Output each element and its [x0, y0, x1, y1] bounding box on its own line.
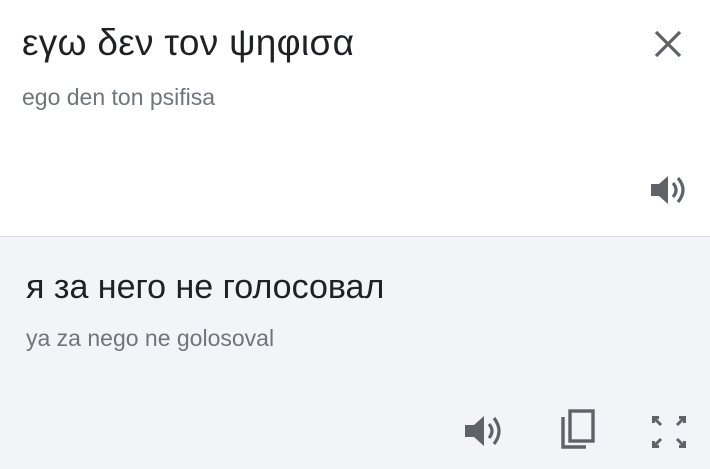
- source-text[interactable]: εγω δεν τον ψηφισα: [22, 22, 354, 64]
- translation-speaker-button[interactable]: [462, 412, 504, 450]
- copy-button[interactable]: [560, 409, 596, 451]
- source-panel: εγω δεν τον ψηφισα ego den ton psifisa: [0, 0, 710, 236]
- close-icon: [654, 30, 682, 58]
- close-button[interactable]: [648, 24, 688, 64]
- fullscreen-button[interactable]: [648, 413, 690, 451]
- target-panel: я за него не голосовал ya za nego ne gol…: [0, 237, 710, 469]
- source-speaker-button[interactable]: [648, 172, 688, 208]
- fullscreen-icon: [651, 415, 687, 449]
- translation-text[interactable]: я за него не голосовал: [26, 268, 384, 307]
- speaker-icon: [465, 416, 501, 446]
- copy-icon: [561, 409, 595, 449]
- translation-transliteration: ya za nego ne golosoval: [26, 325, 275, 351]
- speaker-icon: [651, 176, 685, 204]
- source-transliteration: ego den ton psifisa: [22, 84, 216, 110]
